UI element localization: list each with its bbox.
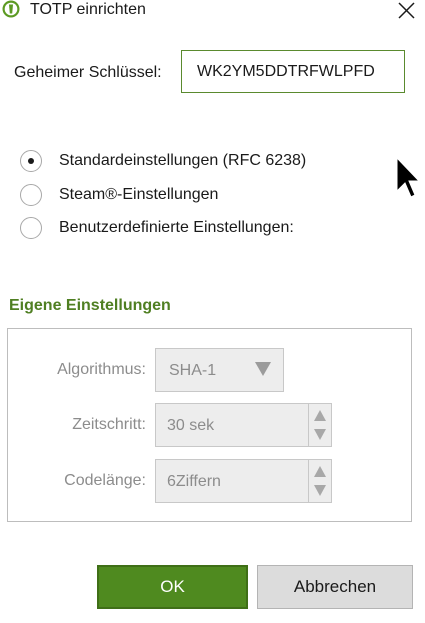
close-icon[interactable] bbox=[395, 0, 417, 21]
radio-steam-settings[interactable]: Steam®-Einstellungen bbox=[20, 182, 218, 208]
algorithm-select[interactable]: SHA-1 bbox=[155, 348, 284, 392]
radio-default-settings[interactable]: Standardeinstellungen (RFC 6238) bbox=[20, 148, 306, 174]
secret-key-input[interactable] bbox=[181, 50, 405, 93]
spin-up-arrow-icon[interactable] bbox=[314, 466, 326, 477]
title-bar: TOTP einrichten bbox=[0, 0, 425, 22]
totp-setup-dialog: TOTP einrichten Geheimer Schlüssel: Stan… bbox=[0, 0, 425, 623]
algorithm-value: SHA-1 bbox=[169, 362, 217, 379]
radio-steam-label: Steam®-Einstellungen bbox=[59, 186, 219, 203]
window-title: TOTP einrichten bbox=[30, 1, 146, 18]
mouse-cursor-icon bbox=[396, 157, 420, 198]
cancel-button[interactable]: Abbrechen bbox=[257, 565, 413, 609]
radio-custom-settings[interactable]: Benutzerdefinierte Einstellungen: bbox=[20, 215, 294, 241]
radio-button[interactable] bbox=[20, 217, 42, 239]
custom-settings-group: Algorithmus: SHA-1 Zeitschritt: 30 sek C… bbox=[7, 328, 412, 522]
dropdown-arrow-icon bbox=[255, 362, 271, 376]
timestep-spinbox[interactable]: 30 sek bbox=[155, 403, 332, 447]
algorithm-label: Algorithmus: bbox=[57, 361, 146, 378]
ok-button[interactable]: OK bbox=[97, 565, 248, 609]
codelength-label: Codelänge: bbox=[64, 472, 146, 489]
spin-down-arrow-icon[interactable] bbox=[314, 429, 326, 440]
timestep-value: 30 sek bbox=[167, 417, 215, 434]
radio-button[interactable] bbox=[20, 184, 42, 206]
radio-button-checked[interactable] bbox=[20, 150, 42, 172]
codelength-value: 6Ziffern bbox=[167, 473, 221, 490]
spin-up-arrow-icon[interactable] bbox=[314, 410, 326, 421]
codelength-spinbox[interactable]: 6Ziffern bbox=[155, 459, 332, 503]
timestep-spin-buttons bbox=[308, 404, 331, 446]
custom-settings-title: Eigene Einstellungen bbox=[9, 297, 171, 314]
spin-down-arrow-icon[interactable] bbox=[314, 485, 326, 496]
timestep-label: Zeitschritt: bbox=[72, 416, 146, 433]
secret-key-label: Geheimer Schlüssel: bbox=[14, 64, 162, 81]
codelength-spin-buttons bbox=[308, 460, 331, 502]
radio-custom-label: Benutzerdefinierte Einstellungen: bbox=[59, 219, 294, 236]
radio-default-label: Standardeinstellungen (RFC 6238) bbox=[59, 152, 307, 169]
app-shield-icon bbox=[2, 0, 20, 18]
